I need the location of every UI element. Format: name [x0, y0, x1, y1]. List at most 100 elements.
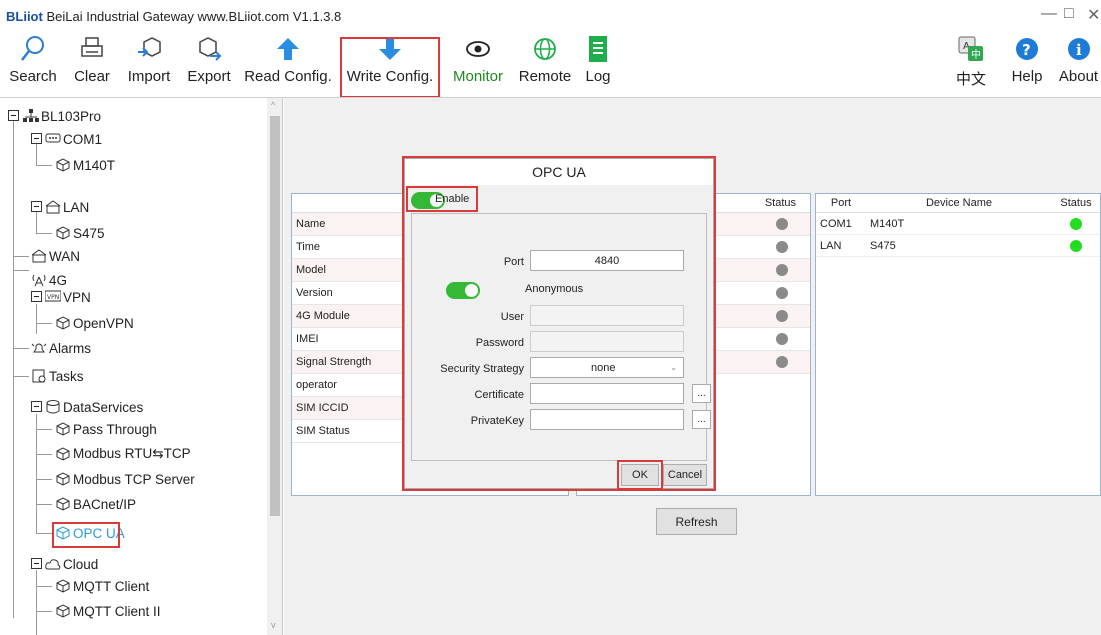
tree-node-lan[interactable]: LAN: [45, 195, 89, 219]
tree-expander[interactable]: [31, 133, 42, 144]
tree-node-alarms[interactable]: Alarms: [31, 336, 91, 360]
tree-line: [36, 165, 52, 166]
password-input[interactable]: [530, 331, 684, 352]
scroll-down-icon[interactable]: v: [271, 620, 276, 630]
anonymous-toggle[interactable]: [446, 282, 480, 299]
language-button[interactable]: A中 中文: [950, 34, 992, 96]
tree-expander[interactable]: [31, 291, 42, 302]
tree-node-wan[interactable]: WAN: [31, 244, 80, 268]
maximize-icon[interactable]: □: [1064, 5, 1074, 23]
tree-line: [36, 429, 52, 430]
device-table-header: Port Device Name Status: [816, 194, 1100, 213]
tree-node-dataservices[interactable]: DataServices: [45, 395, 143, 419]
certificate-browse-button[interactable]: ...: [692, 384, 711, 403]
tree-expander[interactable]: [31, 401, 42, 412]
close-icon[interactable]: ✕: [1087, 5, 1100, 25]
search-button[interactable]: Search: [4, 34, 62, 96]
title-bar: BLiiot BeiLai Industrial Gateway www.BLi…: [0, 0, 1101, 30]
search-label: Search: [9, 68, 57, 85]
about-button[interactable]: i About: [1056, 34, 1101, 96]
tree-node-s475[interactable]: S475: [55, 221, 105, 245]
certificate-label: Certificate: [474, 389, 524, 401]
tree-node-m140t[interactable]: M140T: [55, 153, 115, 177]
window-title-text: BeiLai Industrial Gateway www.BLiiot.com…: [46, 9, 342, 24]
tree-node-cloud[interactable]: Cloud: [45, 552, 98, 576]
tree-line: [36, 233, 52, 234]
tree-label: DataServices: [63, 399, 144, 415]
ok-button[interactable]: OK: [621, 464, 659, 486]
password-label: Password: [475, 337, 524, 349]
cancel-button[interactable]: Cancel: [663, 464, 707, 486]
tree-node-mqtt[interactable]: MQTT Client: [55, 574, 149, 598]
tree-scroll-thumb[interactable]: [270, 116, 280, 516]
monitor-label: Monitor: [452, 68, 504, 85]
remote-label: Remote: [518, 68, 572, 85]
tree-line: [36, 323, 52, 324]
remote-button[interactable]: Remote: [515, 34, 575, 96]
device-icon: [55, 316, 71, 330]
tree-node-modbus-tcp-server[interactable]: Modbus TCP Server: [55, 467, 195, 491]
refresh-button[interactable]: Refresh: [656, 508, 737, 535]
svg-text:?: ?: [1022, 41, 1031, 59]
about-label: About: [1058, 68, 1099, 85]
tree-node-tasks[interactable]: Tasks: [31, 364, 84, 388]
status-offline-icon: [776, 218, 788, 230]
tree-label: VPN: [63, 289, 91, 305]
privatekey-input[interactable]: [530, 409, 684, 430]
col-device-name: Device Name: [925, 197, 993, 209]
security-select[interactable]: none ⌄: [530, 357, 684, 378]
privatekey-label: PrivateKey: [470, 415, 524, 427]
read-config-button[interactable]: Read Config.: [240, 34, 336, 96]
tree-scrollbar[interactable]: ^ v: [267, 98, 282, 635]
status-online-icon: [1070, 239, 1082, 252]
tree-expander[interactable]: [31, 201, 42, 212]
tree-node-passthrough[interactable]: Pass Through: [55, 417, 157, 441]
device-name: S475: [870, 239, 896, 252]
port-input[interactable]: 4840: [530, 250, 684, 271]
security-label: Security Strategy: [440, 363, 524, 375]
tree-node-mqtt2[interactable]: MQTT Client II: [55, 599, 161, 623]
tree-expander[interactable]: [8, 110, 19, 121]
database-icon: [45, 400, 61, 414]
device-row[interactable]: COM1 M140T: [816, 213, 1100, 235]
privatekey-browse-button[interactable]: ...: [692, 410, 711, 429]
device-icon: [55, 472, 71, 486]
device-name: M140T: [870, 217, 905, 230]
device-port: COM1: [820, 217, 852, 230]
device-tree: BL103Pro COM1 M140T LAN S475 WAN 4G VPN …: [3, 98, 283, 635]
certificate-input[interactable]: [530, 383, 684, 404]
scroll-up-icon[interactable]: ^: [271, 100, 275, 110]
minimize-icon[interactable]: —: [1041, 5, 1057, 23]
cloud-icon: [45, 557, 61, 571]
status-offline-icon: [776, 310, 788, 322]
tree-node-root[interactable]: BL103Pro: [23, 104, 101, 128]
tree-node-com1[interactable]: COM1: [45, 127, 102, 151]
tree-line: [13, 256, 29, 257]
globe-icon: [532, 34, 558, 64]
tree-label: Pass Through: [73, 421, 157, 437]
status-header-label: Status: [764, 197, 796, 209]
tree-expander[interactable]: [31, 558, 42, 569]
tree-node-opcua[interactable]: OPC UA: [55, 521, 125, 545]
dialog-title: OPC UA: [405, 159, 713, 185]
tree-label: Cloud: [63, 556, 99, 572]
help-button[interactable]: ? Help: [1006, 34, 1048, 96]
tree-node-vpn[interactable]: VPN VPN: [44, 285, 91, 309]
tree-node-modbus-rtu-tcp[interactable]: Modbus RTU⇆TCP: [55, 442, 191, 466]
tree-node-bacnet[interactable]: BACnet/IP: [55, 492, 136, 516]
device-row[interactable]: LAN S475: [816, 235, 1100, 257]
tree-label: S475: [73, 225, 105, 241]
tree-line: [36, 586, 52, 587]
user-input[interactable]: [530, 305, 684, 326]
device-port: LAN: [820, 239, 842, 252]
clear-button[interactable]: Clear: [66, 34, 118, 96]
export-button[interactable]: Export: [180, 34, 238, 96]
monitor-button[interactable]: Monitor: [446, 34, 510, 96]
col-port: Port: [830, 197, 852, 209]
tree-line: [36, 479, 52, 480]
tree-line: [36, 414, 37, 534]
log-button[interactable]: Log: [578, 34, 618, 96]
import-button[interactable]: Import: [120, 34, 178, 96]
tree-node-openvpn[interactable]: OpenVPN: [55, 311, 134, 335]
write-config-button[interactable]: Write Config.: [342, 34, 438, 96]
